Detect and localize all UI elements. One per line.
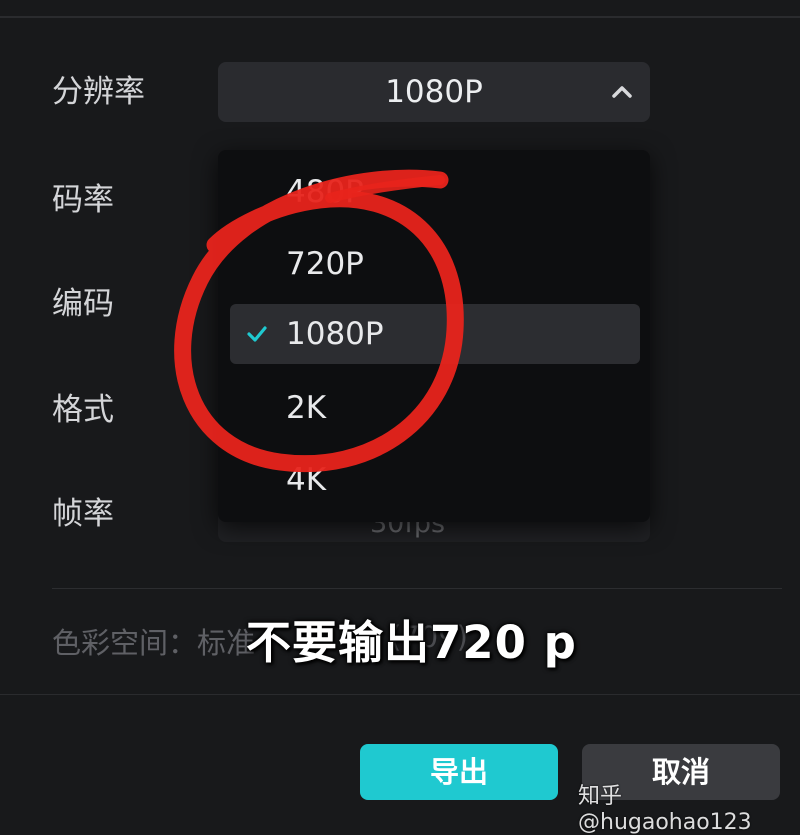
dropdown-option-label: 480P bbox=[286, 174, 364, 210]
top-divider bbox=[0, 16, 800, 18]
resolution-select[interactable]: 1080P bbox=[218, 62, 650, 122]
video-caption: 不要输出720 p bbox=[246, 616, 577, 669]
dropdown-option-4k[interactable]: 4K bbox=[230, 450, 640, 510]
chevron-up-icon[interactable] bbox=[612, 84, 632, 98]
dropdown-option-label: 720P bbox=[286, 246, 364, 282]
export-button[interactable]: 导出 bbox=[360, 744, 558, 800]
dropdown-option-label: 1080P bbox=[286, 316, 384, 352]
resolution-select-value: 1080P bbox=[385, 74, 483, 110]
dropdown-option-2k[interactable]: 2K bbox=[230, 378, 640, 438]
check-icon bbox=[247, 326, 267, 342]
encoding-label: 编码 bbox=[52, 286, 114, 322]
dropdown-option-label: 4K bbox=[286, 462, 327, 498]
dropdown-option-720p[interactable]: 720P bbox=[230, 234, 640, 294]
section-divider bbox=[52, 588, 782, 589]
color-space-label: 色彩空间：标准 bbox=[52, 626, 256, 660]
dropdown-option-480p[interactable]: 480P bbox=[230, 162, 640, 222]
dropdown-option-1080p[interactable]: 1080P bbox=[230, 304, 640, 364]
watermark: 知乎 @hugaohao123 bbox=[578, 784, 752, 835]
framerate-label: 帧率 bbox=[52, 496, 114, 532]
format-label: 格式 bbox=[52, 392, 114, 428]
bitrate-label: 码率 bbox=[52, 182, 114, 218]
resolution-dropdown-menu: 480P 720P 1080P 2K 4K bbox=[218, 150, 650, 522]
dropdown-option-label: 2K bbox=[286, 390, 327, 426]
resolution-label: 分辨率 bbox=[52, 74, 145, 110]
footer-divider bbox=[0, 694, 800, 695]
